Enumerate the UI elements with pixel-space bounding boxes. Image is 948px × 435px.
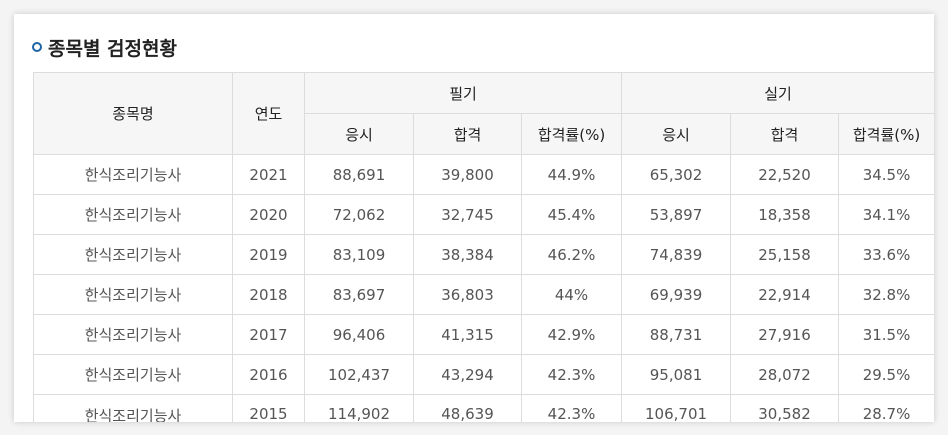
cell-year: 2018 [232, 274, 305, 315]
table-row: 한식조리기능사 2018 83,697 36,803 44% 69,939 22… [33, 274, 934, 315]
cell-year: 2021 [232, 154, 305, 195]
cell-written-passed: 43,294 [413, 354, 522, 395]
cell-practical-passed: 18,358 [730, 194, 840, 235]
header-written-rate: 합격률(%) [520, 113, 623, 155]
cell-practical-applicants: 69,939 [621, 274, 732, 315]
header-practical: 실기 [621, 72, 934, 114]
cell-written-applicants: 83,109 [304, 234, 414, 275]
cell-year: 2019 [232, 234, 305, 275]
bullet-icon [32, 42, 42, 52]
cell-practical-rate: 29.5% [838, 354, 934, 395]
cell-written-applicants: 83,697 [304, 274, 414, 315]
cell-practical-applicants: 74,839 [621, 234, 732, 275]
header-name: 종목명 [33, 72, 233, 155]
header-year: 연도 [232, 72, 305, 155]
header-practical-rate: 합격률(%) [838, 113, 934, 155]
cell-written-rate: 42.3% [520, 394, 623, 422]
cell-year: 2015 [232, 394, 305, 422]
cell-written-passed: 48,639 [413, 394, 522, 422]
cell-name: 한식조리기능사 [33, 154, 233, 195]
header-written-passed: 합격 [413, 113, 522, 155]
cell-written-applicants: 114,902 [304, 394, 414, 422]
cell-practical-rate: 33.6% [838, 234, 934, 275]
cell-name: 한식조리기능사 [33, 234, 233, 275]
cell-name: 한식조리기능사 [33, 394, 233, 422]
cell-practical-applicants: 88,731 [621, 314, 732, 355]
cell-written-rate: 42.3% [520, 354, 623, 395]
table-row: 한식조리기능사 2019 83,109 38,384 46.2% 74,839 … [33, 234, 934, 275]
exam-stats-table: 종목명 연도 필기 실기 응시 합격 합격률(%) 응시 합격 합격률(%) 한… [33, 72, 934, 422]
cell-practical-rate: 31.5% [838, 314, 934, 355]
cell-written-rate: 46.2% [520, 234, 623, 275]
stats-panel: 종목별 검정현황 종목명 연도 필기 실기 응시 합격 합격률(%) 응시 합격… [14, 14, 934, 422]
cell-written-applicants: 102,437 [304, 354, 414, 395]
header-practical-passed: 합격 [730, 113, 840, 155]
cell-practical-passed: 27,916 [730, 314, 840, 355]
cell-practical-passed: 25,158 [730, 234, 840, 275]
table-row: 한식조리기능사 2020 72,062 32,745 45.4% 53,897 … [33, 194, 934, 235]
cell-written-rate: 45.4% [520, 194, 623, 235]
cell-written-applicants: 72,062 [304, 194, 414, 235]
cell-practical-rate: 34.1% [838, 194, 934, 235]
cell-practical-passed: 28,072 [730, 354, 840, 395]
cell-written-passed: 32,745 [413, 194, 522, 235]
cell-practical-rate: 32.8% [838, 274, 934, 315]
cell-practical-applicants: 95,081 [621, 354, 732, 395]
table-row: 한식조리기능사 2021 88,691 39,800 44.9% 65,302 … [33, 154, 934, 195]
cell-name: 한식조리기능사 [33, 274, 233, 315]
cell-practical-applicants: 65,302 [621, 154, 732, 195]
table-row: 한식조리기능사 2016 102,437 43,294 42.3% 95,081… [33, 354, 934, 395]
header-written: 필기 [303, 72, 623, 114]
cell-practical-passed: 30,582 [730, 394, 840, 422]
cell-written-rate: 42.9% [520, 314, 623, 355]
cell-written-rate: 44.9% [520, 154, 623, 195]
cell-practical-rate: 28.7% [838, 394, 934, 422]
cell-practical-rate: 34.5% [838, 154, 934, 195]
cell-written-passed: 38,384 [413, 234, 522, 275]
header-practical-applicants: 응시 [621, 113, 732, 155]
header-written-applicants: 응시 [304, 113, 414, 155]
cell-written-applicants: 88,691 [304, 154, 414, 195]
cell-written-passed: 36,803 [413, 274, 522, 315]
cell-written-passed: 39,800 [413, 154, 522, 195]
cell-written-rate: 44% [520, 274, 623, 315]
cell-practical-passed: 22,914 [730, 274, 840, 315]
cell-practical-applicants: 53,897 [621, 194, 732, 235]
section-title: 종목별 검정현황 [48, 37, 177, 60]
cell-practical-applicants: 106,701 [621, 394, 732, 422]
section-heading: 종목별 검정현황 [32, 34, 177, 60]
table-row: 한식조리기능사 2015 114,902 48,639 42.3% 106,70… [33, 394, 934, 422]
cell-name: 한식조리기능사 [33, 314, 233, 355]
cell-practical-passed: 22,520 [730, 154, 840, 195]
cell-name: 한식조리기능사 [33, 354, 233, 395]
cell-year: 2016 [232, 354, 305, 395]
cell-written-passed: 41,315 [413, 314, 522, 355]
cell-written-applicants: 96,406 [304, 314, 414, 355]
cell-year: 2017 [232, 314, 305, 355]
table-row: 한식조리기능사 2017 96,406 41,315 42.9% 88,731 … [33, 314, 934, 355]
cell-year: 2020 [232, 194, 305, 235]
cell-name: 한식조리기능사 [33, 194, 233, 235]
